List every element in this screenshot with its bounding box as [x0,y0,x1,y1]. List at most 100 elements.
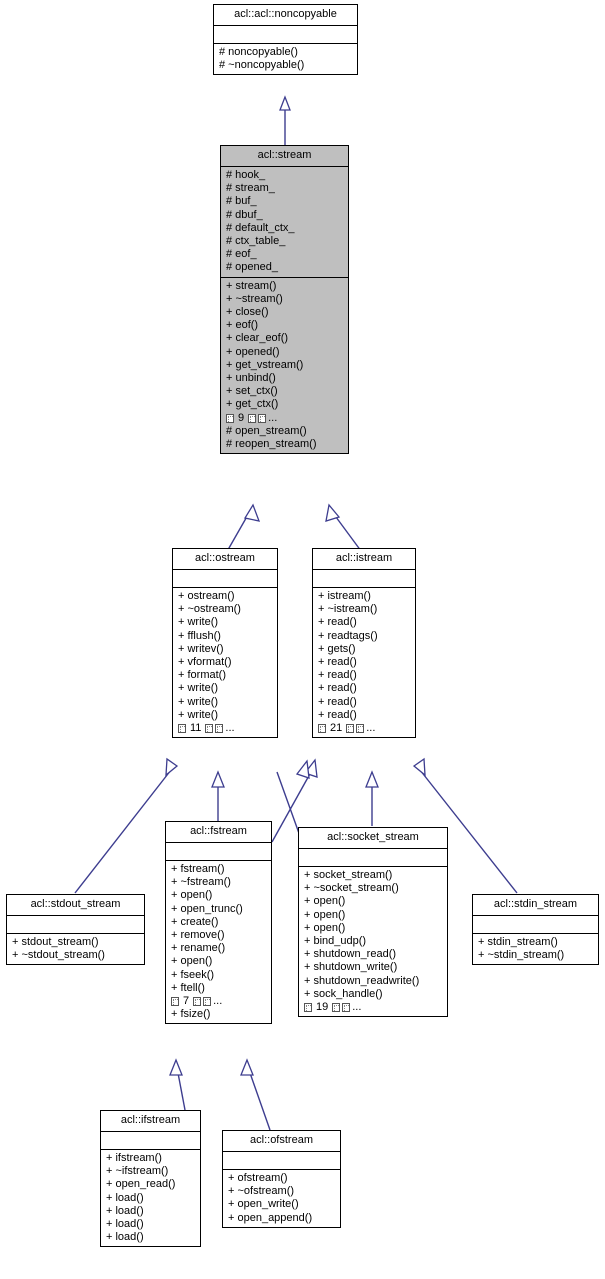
more-members-indicator[interactable]: 19 ... [304,1001,443,1014]
node-ifstream[interactable]: acl::ifstream + ifstream() + ~ifstream()… [100,1110,201,1248]
node-stream-operations: + stream() + ~stream() + close() + eof()… [221,278,348,454]
node-fstream-operations: + fstream() + ~fstream() + open() + open… [166,861,271,1023]
node-stdout-stream-attributes [7,916,144,934]
missing-glyph-icon [215,724,224,734]
operation-row: + format() [178,669,226,682]
operation-row: + ~ostream() [178,603,241,616]
node-ostream-operations: + ostream() + ~ostream() + write() + ffl… [173,588,277,737]
missing-glyph-icon [203,997,212,1007]
node-stdout-stream-operations: + stdout_stream() + ~stdout_stream() [7,934,144,964]
node-ostream[interactable]: acl::ostream + ostream() + ~ostream() + … [172,548,278,739]
operation-row: + get_vstream() [226,358,304,371]
node-stdout-stream[interactable]: acl::stdout_stream + stdout_stream() + ~… [6,894,145,966]
node-ostream-title: acl::ostream [173,549,277,570]
node-ofstream-operations: + ofstream() + ~ofstream() + open_write(… [223,1170,340,1227]
more-members-indicator[interactable]: 7 ... [171,995,267,1008]
arrowhead-fstream-from-ifstream [169,1058,183,1076]
operation-row: + vformat() [178,656,232,669]
missing-glyph-icon [178,724,186,734]
more-members-indicator[interactable]: 11 ... [178,722,273,735]
more-members-count: 19 [316,1001,329,1014]
operation-row: + shutdown_read() [304,948,397,961]
operation-row: + ~stdin_stream() [478,949,565,962]
operation-row: + get_ctx() [226,398,279,411]
operation-row: + stdin_stream() [478,936,558,948]
operation-row: + read() [318,695,357,708]
arrowhead-ostream-from-stdout [165,757,179,777]
operation-row: + socket_stream() [304,869,393,881]
node-fstream[interactable]: acl::fstream + fstream() + ~fstream() + … [165,821,272,1025]
attribute-row: # buf_ [226,195,257,208]
operation-row: + clear_eof() [226,332,289,345]
operation-row: + load() [106,1204,144,1217]
attribute-row: # opened_ [226,261,278,274]
node-istream[interactable]: acl::istream + istream() + ~istream() + … [312,548,416,739]
ellipsis-text: ... [366,722,376,735]
operation-row: + open() [304,921,346,934]
operation-row: # ~noncopyable() [219,59,305,72]
arrowhead-fstream-from-ofstream [240,1058,254,1076]
ellipsis-text: ... [268,411,278,424]
missing-glyph-icon [356,724,365,734]
node-socket-stream-attributes [299,849,447,867]
operation-row: + sock_handle() [304,987,383,1000]
operation-row: + ftell() [171,981,205,994]
operation-row: + ~stdout_stream() [12,949,105,962]
node-stream-attributes: # hook_ # stream_ # buf_ # dbuf_ # defau… [221,167,348,278]
arrowhead-stream-from-istream [325,503,341,522]
operation-row: + read() [318,708,357,721]
node-ofstream[interactable]: acl::ofstream + ofstream() + ~ofstream()… [222,1130,341,1228]
node-fstream-attributes [166,843,271,861]
node-ofstream-attributes [223,1152,340,1170]
operation-row: + write() [178,708,219,721]
node-ofstream-title: acl::ofstream [223,1131,340,1152]
operation-row: + fflush() [178,629,221,642]
node-stdin-stream-operations: + stdin_stream() + ~stdin_stream() [473,934,598,964]
missing-glyph-icon [346,724,355,734]
operation-row: + open() [171,889,213,902]
operation-row: + unbind() [226,372,276,385]
operation-row: + read() [318,656,357,669]
node-istream-title: acl::istream [313,549,415,570]
operation-row: + load() [106,1218,144,1231]
missing-glyph-icon [258,413,267,423]
arrowhead-ostream-from-fstream [211,770,225,788]
operation-row: # reopen_stream() [226,438,317,451]
node-noncopyable[interactable]: acl::acl::noncopyable # noncopyable() # … [213,4,358,76]
ellipsis-text: ... [225,722,235,735]
more-members-indicator[interactable]: 9 ... [226,412,344,425]
operation-row: + load() [106,1231,144,1244]
operation-row: + shutdown_write() [304,961,398,974]
operation-row: + write() [178,616,219,629]
more-members-indicator[interactable]: 21 ... [318,722,411,735]
missing-glyph-icon [226,413,234,423]
operation-row: + create() [171,915,219,928]
operation-row: + open_write() [228,1198,299,1211]
node-ostream-attributes [173,570,277,588]
operation-row: + ostream() [178,590,235,602]
missing-glyph-icon [318,724,326,734]
node-socket-stream[interactable]: acl::socket_stream + socket_stream() + ~… [298,827,448,1018]
operation-row: + ~ofstream() [228,1185,295,1198]
operation-row: + remove() [171,929,225,942]
operation-row: + fseek() [171,968,215,981]
edge-ifstream-fstream [177,1072,186,1111]
missing-glyph-icon [342,1003,351,1013]
arrowhead-ostream-from-socket [303,758,318,778]
more-members-count: 21 [330,722,343,735]
missing-glyph-icon [304,1003,312,1013]
attribute-row: # default_ctx_ [226,221,295,234]
node-stream[interactable]: acl::stream # hook_ # stream_ # buf_ # d… [220,145,349,455]
node-noncopyable-attributes [214,26,357,44]
operation-row: + istream() [318,590,371,602]
attribute-row: # stream_ [226,182,275,195]
operation-row: + write() [178,682,219,695]
operation-row: # open_stream() [226,424,307,437]
arrowhead-noncopyable [279,95,291,111]
more-members-count: 9 [238,411,245,424]
node-istream-attributes [313,570,415,588]
operation-row: + rename() [171,942,226,955]
operation-row: + open_append() [228,1211,313,1224]
node-stdin-stream[interactable]: acl::stdin_stream + stdin_stream() + ~st… [472,894,599,966]
operation-row: + fstream() [171,863,225,875]
